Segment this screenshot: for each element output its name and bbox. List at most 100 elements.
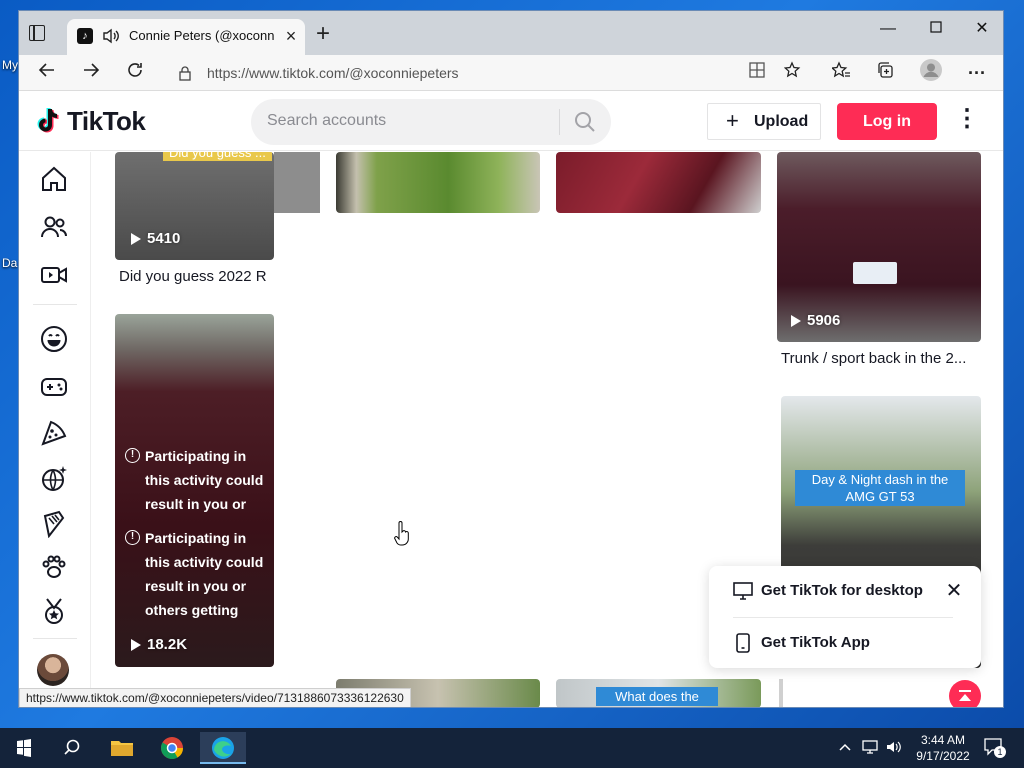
desktop-icon-label[interactable]: Da [2,256,17,270]
edge-button[interactable] [200,732,246,764]
video-grid: Did you guess ... 5410 Did you guess 202… [91,152,1003,707]
maximize-icon [930,21,942,33]
profile-button[interactable] [917,59,945,87]
gaming-icon[interactable] [39,372,69,402]
video-card[interactable] [336,152,540,213]
network-icon [862,740,878,754]
chrome-icon [161,737,183,759]
video-card[interactable]: What does the [556,679,761,707]
app-available-button[interactable] [743,59,771,87]
popup-close-icon[interactable]: ✕ [945,581,963,601]
clock-time: 3:44 AM [920,733,966,747]
license-plate [853,262,897,284]
tab-title: Connie Peters (@xoconniep [129,28,275,43]
video-overlay-text: What does the [596,687,718,706]
video-card[interactable] [274,152,320,213]
play-icon [131,232,141,245]
tab-bar: ♪ Connie Peters (@xoconniep × + — ✕ [19,11,1003,55]
notification-badge: 1 [994,746,1006,758]
search-taskbar-button[interactable] [52,732,92,764]
settings-more-button[interactable]: ··· [963,59,991,87]
sensitive-warning: ! Participating in this activity could r… [125,444,273,520]
show-hidden-icons[interactable] [838,740,852,768]
tiktok-logo-icon [37,107,59,133]
browser-toolbar: https://www.tiktok.com/@xoconniepeters ·… [19,55,1003,91]
file-explorer-button[interactable] [102,732,142,764]
profile-icon [920,59,942,81]
view-count-text: 5410 [147,230,181,247]
info-icon: ! [125,530,140,545]
network-tray[interactable] [862,740,878,768]
favorites-icon [830,61,850,78]
search-icon[interactable] [573,110,597,134]
video-overlay-text: Day & Night dash in the AMG GT 53 [795,470,965,506]
close-window-button[interactable]: ✕ [959,15,1003,43]
beauty-icon[interactable] [39,508,69,538]
audio-playing-icon[interactable] [101,26,121,46]
collections-button[interactable] [871,59,899,87]
notification-center[interactable]: 1 [984,738,1006,768]
tab-active[interactable]: ♪ Connie Peters (@xoconniep × [67,19,305,55]
back-to-top-button[interactable] [949,680,981,707]
tiktok-header: TikTok Search accounts + Upload Log in ⋮ [19,92,1003,151]
comedy-icon[interactable] [39,324,69,354]
video-card[interactable]: ! Participating in this activity could r… [115,314,274,667]
favorites-button[interactable] [827,59,855,87]
tiktok-logo[interactable]: TikTok [35,106,146,136]
chrome-button[interactable] [152,732,192,764]
browser-window: ♪ Connie Peters (@xoconniep × + — ✕ http… [18,10,1004,708]
add-favorite-button[interactable] [779,59,807,87]
avatar[interactable] [37,654,69,686]
video-card[interactable] [556,152,761,213]
hand-cursor-icon [394,521,409,546]
food-icon[interactable] [39,418,69,448]
windows-icon [17,739,31,757]
refresh-icon [128,63,142,77]
travel-icon[interactable] [39,464,69,494]
video-card[interactable]: Did you guess ... 5410 [115,152,274,260]
search-input[interactable]: Search accounts [251,99,611,145]
apps-icon [749,62,765,78]
following-icon[interactable] [39,212,69,242]
live-icon[interactable] [39,260,69,290]
forward-button[interactable] [77,59,105,87]
maximize-button[interactable] [913,15,959,43]
desktop-icon [733,582,753,600]
tab-actions-icon[interactable] [29,25,45,41]
new-tab-button[interactable]: + [311,22,335,47]
sidebar [19,152,91,707]
get-app-label: Get TikTok App [761,634,870,651]
volume-tray[interactable] [886,740,902,768]
address-bar[interactable]: https://www.tiktok.com/@xoconniepeters [165,59,839,87]
search-icon [64,739,80,755]
video-card[interactable] [779,679,783,707]
edge-icon [212,737,234,759]
tiktok-page: TikTok Search accounts + Upload Log in ⋮ [19,92,1003,707]
more-menu-icon[interactable]: ⋮ [955,104,979,138]
lock-icon[interactable] [177,65,193,81]
popup-divider [733,617,953,618]
url-text: https://www.tiktok.com/@xoconniepeters [207,65,459,81]
warning-text: Participating in this activity could res… [145,448,264,512]
tab-close-icon[interactable]: × [281,26,301,46]
start-button[interactable] [4,732,44,764]
star-add-icon [783,61,801,78]
sports-icon[interactable] [39,596,69,626]
sidebar-divider [33,638,77,639]
desktop-icon-label[interactable]: My [2,58,18,72]
video-card[interactable]: 5906 [777,152,981,342]
animals-icon[interactable] [39,552,69,582]
speaker-icon [887,741,901,753]
home-icon[interactable] [39,164,69,194]
get-desktop-label: Get TikTok for desktop [761,582,923,599]
video-caption[interactable]: Did you guess 2022 R [119,268,279,285]
video-caption[interactable]: Trunk / sport back in the 2... [781,350,981,367]
taskbar-clock[interactable]: 3:44 AM 9/17/2022 [912,732,974,764]
view-count-text: 18.2K [147,636,188,653]
sidebar-divider [33,304,77,305]
minimize-button[interactable]: — [865,15,911,43]
back-button[interactable] [33,59,61,87]
refresh-button[interactable] [121,59,149,87]
upload-button[interactable]: + Upload [707,103,821,140]
login-button[interactable]: Log in [837,103,937,140]
